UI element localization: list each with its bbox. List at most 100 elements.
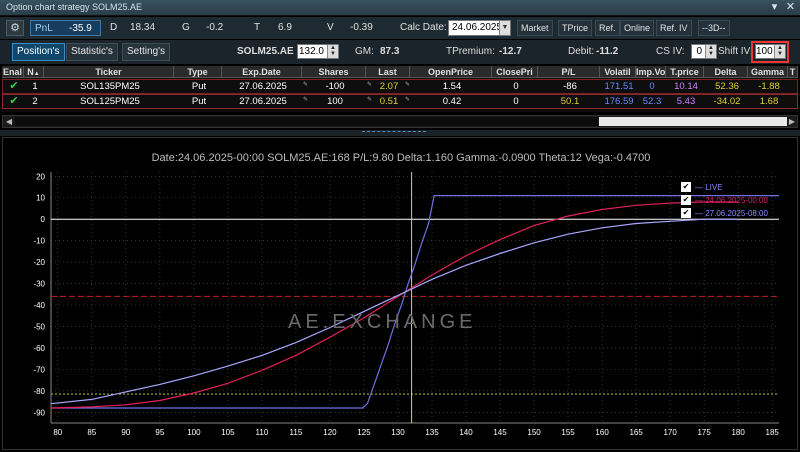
positions-table: Enal N▲ Ticker Type Exp.Date Shares Last… xyxy=(2,66,798,112)
col-close-price[interactable]: ClosePri xyxy=(492,66,538,78)
legend-checkbox[interactable]: ✔ xyxy=(681,182,691,192)
window-title: Option chart strategy SOLM25.AE xyxy=(6,2,143,12)
col-open-price[interactable]: OpenPrice xyxy=(410,66,492,78)
col-exp-date[interactable]: Exp.Date xyxy=(222,66,302,78)
scrollbar-track[interactable] xyxy=(599,117,787,126)
3d-button[interactable]: --3D-- xyxy=(698,20,730,36)
legend-label: — 27.06.2025-08:00 xyxy=(695,209,768,218)
legend-item-calc[interactable]: ✔ — 24.06.2025-00:00 xyxy=(681,195,773,208)
row-gamma: -1.88 xyxy=(758,81,780,92)
table-row[interactable]: ✔ 2 SOL125PM25 Put 27.06.2025 ✎ 100 ✎ 0.… xyxy=(2,94,798,109)
chevron-down-icon[interactable]: ▼ xyxy=(499,21,510,35)
payoff-plot[interactable]: 80 85 90 95 100 105 110 115 120 125 130 135 140 145 15… xyxy=(3,138,799,451)
col-last[interactable]: Last xyxy=(366,66,410,78)
x-tick-label: 140 xyxy=(459,428,473,437)
stepper-arrows-icon[interactable]: ▲ ▼ xyxy=(774,45,785,58)
col-pl[interactable]: P/L xyxy=(538,66,600,78)
row-close-price[interactable]: 0 xyxy=(493,80,539,93)
y-tick-label: 0 xyxy=(41,215,46,224)
enabled-checkbox[interactable]: ✔ xyxy=(5,95,23,108)
theta-value: 6.9 xyxy=(278,22,292,33)
calc-date-value: 24.06.2025 xyxy=(452,22,503,33)
row-number: 2 xyxy=(32,96,38,107)
col-type[interactable]: Type xyxy=(174,66,222,78)
stepper-arrows-icon[interactable]: ▲ ▼ xyxy=(327,45,338,58)
shift-iv-value: 100 xyxy=(756,46,773,57)
y-tick-label: 10 xyxy=(36,194,45,203)
col-delta[interactable]: Delta xyxy=(704,66,748,78)
ref-button[interactable]: Ref. xyxy=(595,20,620,36)
x-tick-label: 165 xyxy=(629,428,643,437)
pin-icon[interactable]: ▾ xyxy=(768,1,781,14)
calc-date-picker[interactable]: 24.06.2025 ▼ xyxy=(448,20,511,36)
row-imp-vol: 52.3 xyxy=(642,96,662,107)
summary-toolbar: ⚙ PnL -35.9 D 18.34 G -0.2 T 6.9 V -0.39… xyxy=(0,17,800,39)
enabled-checkbox[interactable]: ✔ xyxy=(5,80,23,93)
tab-statistics[interactable]: Statistic's xyxy=(66,43,118,61)
underlying-qty-stepper[interactable]: 132.0 ▲ ▼ xyxy=(297,44,339,59)
stepper-arrows-icon[interactable]: ▲ ▼ xyxy=(705,45,716,58)
row-type: Put xyxy=(191,81,207,92)
gamma-value: -0.2 xyxy=(206,22,224,33)
row-close-price[interactable]: 0 xyxy=(493,95,539,108)
col-ticker[interactable]: Ticker xyxy=(44,66,174,78)
x-tick-label: 185 xyxy=(766,428,780,437)
col-volatility[interactable]: Volatil xyxy=(600,66,636,78)
table-row[interactable]: ✔ 1 SOL135PM25 Put 27.06.2025 ✎ -100 ✎ 2… xyxy=(2,79,798,94)
row-volatility: 171.51 xyxy=(604,81,634,92)
col-enabled[interactable]: Enal xyxy=(2,66,24,78)
col-shares[interactable]: Shares xyxy=(302,66,366,78)
col-gamma[interactable]: Gamma xyxy=(748,66,788,78)
legend-item-live[interactable]: ✔ — LIVE xyxy=(681,182,773,195)
market-button[interactable]: Market xyxy=(517,20,553,36)
close-icon[interactable]: ✕ xyxy=(784,1,797,14)
row-pl: 50.1 xyxy=(560,96,580,107)
y-tick-label: -20 xyxy=(33,258,45,267)
row-open-price[interactable]: 0.42 xyxy=(411,95,493,108)
splitter[interactable] xyxy=(0,130,800,136)
edit-pencil-icon[interactable]: ✎ xyxy=(405,97,410,103)
scroll-left-icon[interactable]: ◀ xyxy=(4,116,14,127)
online-button[interactable]: Online xyxy=(620,20,655,36)
x-tick-label: 80 xyxy=(53,428,62,437)
row-delta: -34.02 xyxy=(713,96,741,107)
row-open-price[interactable]: 1.54 xyxy=(411,80,493,93)
scrollbar-thumb[interactable] xyxy=(15,117,598,126)
chart-legend: ✔ — LIVE ✔ — 24.06.2025-00:00 ✔ — 27.06.… xyxy=(681,182,773,221)
cs-iv-value: 0 xyxy=(696,46,702,57)
x-tick-label: 120 xyxy=(323,428,337,437)
underlying-ticker: SOLM25.AE xyxy=(237,46,294,57)
shift-iv-stepper[interactable]: 100 ▲ ▼ xyxy=(755,44,786,59)
x-tick-label: 180 xyxy=(731,428,745,437)
delta-value: 18.34 xyxy=(130,22,156,33)
table-horizontal-scrollbar[interactable]: ◀ ▶ xyxy=(2,115,798,128)
settings-gear-icon[interactable]: ⚙ xyxy=(6,20,24,36)
col-theta[interactable]: T xyxy=(788,66,798,78)
cs-iv-label: CS IV: xyxy=(656,46,685,57)
legend-checkbox[interactable]: ✔ xyxy=(681,195,691,205)
row-delta: 52.36 xyxy=(715,81,739,92)
row-shares[interactable]: -100 xyxy=(303,80,367,93)
payoff-chart[interactable]: Date:24.06.2025-00:00 SOLM25.AE:168 P/L:… xyxy=(2,137,798,450)
splitter-grip[interactable] xyxy=(362,131,426,134)
ref-iv-button[interactable]: Ref. IV xyxy=(656,20,692,36)
tab-positions[interactable]: Position's xyxy=(12,43,65,61)
row-shares[interactable]: 100 xyxy=(303,95,367,108)
edit-pencil-icon[interactable]: ✎ xyxy=(405,82,410,88)
col-imp-vol[interactable]: Imp.Vo xyxy=(636,66,666,78)
row-ticker: SOL135PM25 xyxy=(80,81,140,92)
y-tick-label: -90 xyxy=(33,408,45,417)
legend-item-expiry[interactable]: ✔ — 27.06.2025-08:00 xyxy=(681,208,773,221)
legend-checkbox[interactable]: ✔ xyxy=(681,208,691,218)
tprice-button[interactable]: TPrice xyxy=(558,20,593,36)
pnl-box: PnL -35.9 xyxy=(30,20,101,36)
x-tick-label: 85 xyxy=(87,428,96,437)
vega-value: -0.39 xyxy=(350,22,373,33)
scroll-right-icon[interactable]: ▶ xyxy=(787,116,797,127)
tab-settings[interactable]: Setting's xyxy=(122,43,171,61)
pnl-label: PnL xyxy=(35,23,53,34)
col-n[interactable]: N▲ xyxy=(24,66,44,78)
cs-iv-stepper[interactable]: 0 ▲ ▼ xyxy=(691,44,717,59)
legend-label: — LIVE xyxy=(695,183,723,192)
col-t-price[interactable]: T.price xyxy=(666,66,704,78)
